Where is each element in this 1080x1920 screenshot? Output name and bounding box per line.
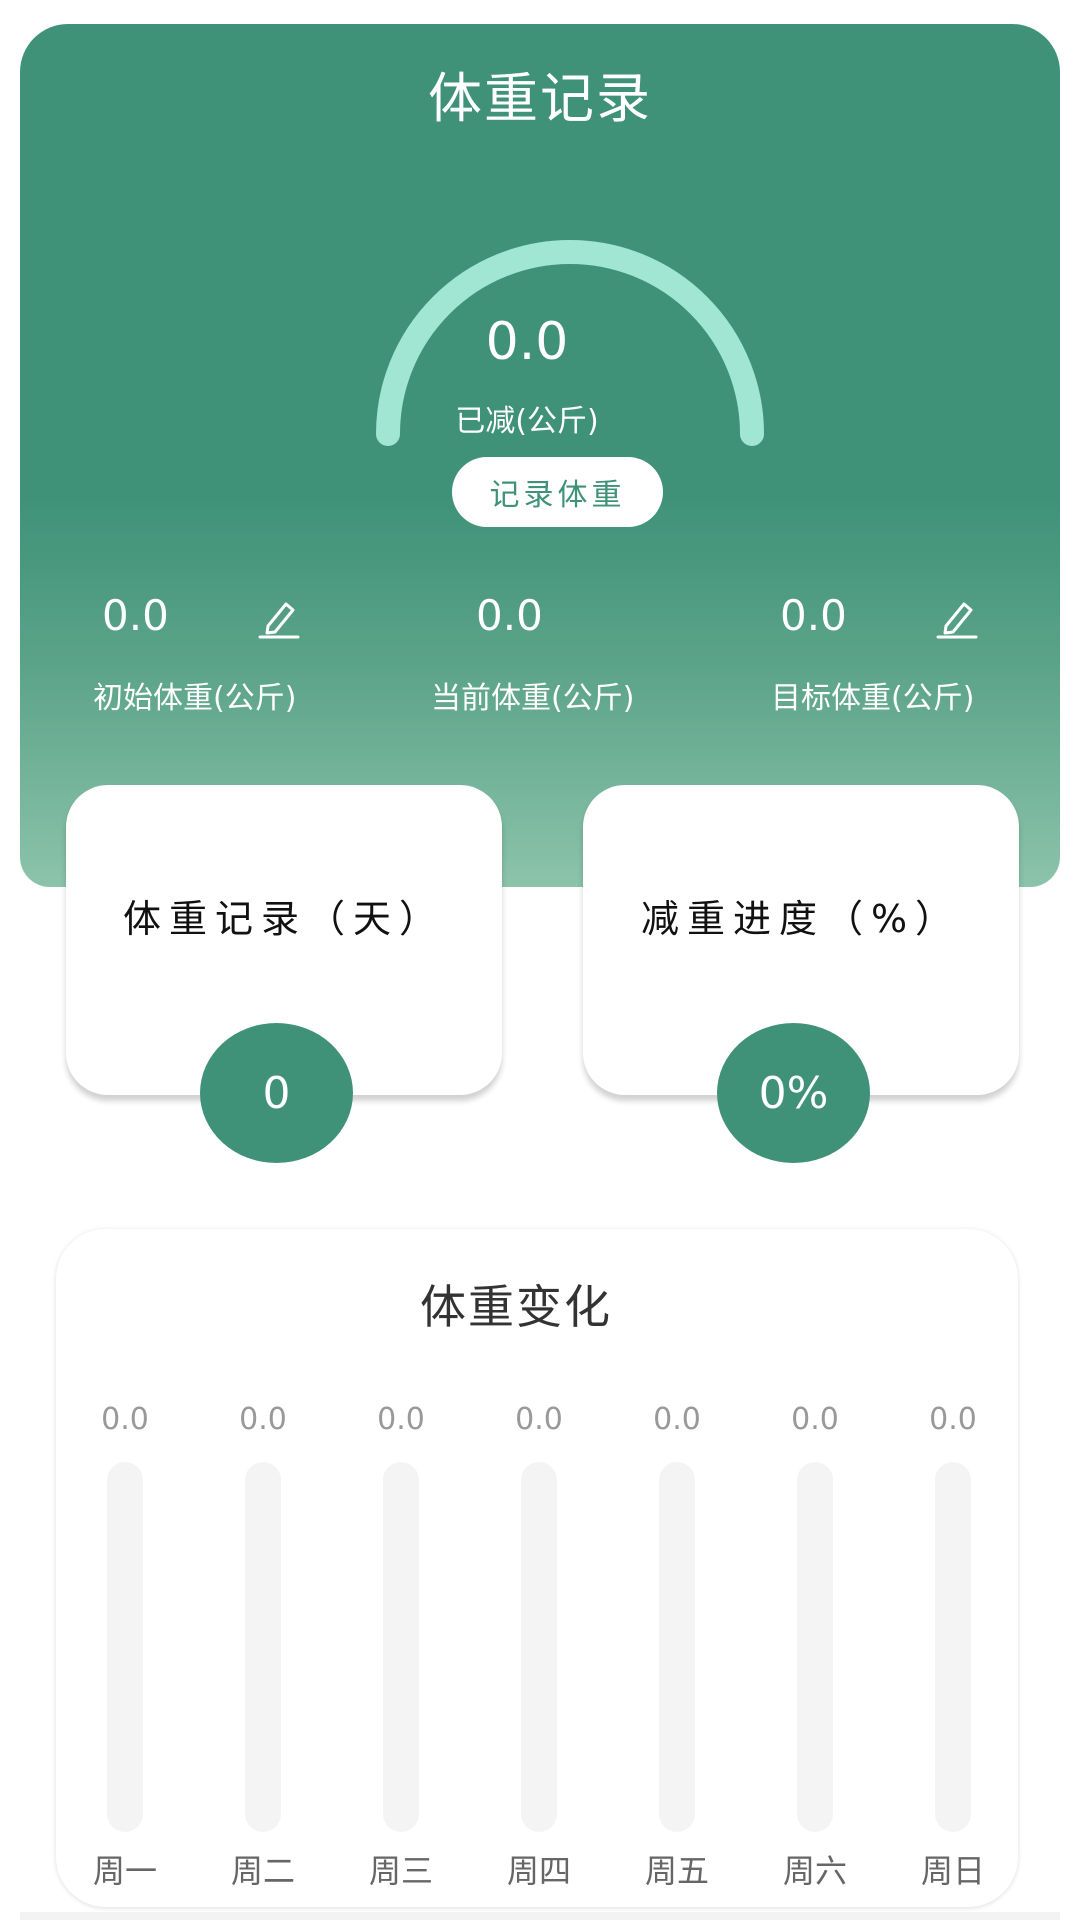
header-panel: 体重记录 0.0 已减(公斤) 记录体重 0.0 初始体重(公斤) 0.0 当前…: [20, 24, 1060, 887]
record-days-badge: 0: [200, 1023, 353, 1163]
bar-day-label: 周四: [506, 1852, 571, 1890]
bar-value-label: 0.0: [791, 1402, 839, 1437]
weight-lost-value: 0.0: [485, 312, 569, 372]
bar-value-label: 0.0: [239, 1402, 287, 1437]
bar-track[interactable]: [245, 1462, 281, 1832]
bar-value-label: 0.0: [377, 1402, 425, 1437]
bar-value-label: 0.0: [515, 1402, 563, 1437]
current-weight-value: 0.0: [476, 591, 543, 640]
bar-value-label: 0.0: [929, 1402, 977, 1437]
bar-day-label: 周三: [368, 1852, 433, 1890]
loss-progress-title: 减重进度（%）: [640, 897, 962, 941]
bar-day-label: 周六: [782, 1852, 847, 1890]
bar-track[interactable]: [797, 1462, 833, 1832]
bar-day-label: 周二: [230, 1852, 295, 1890]
bar-track[interactable]: [935, 1462, 971, 1832]
bar-track[interactable]: [107, 1462, 143, 1832]
initial-weight-label: 初始体重(公斤): [93, 681, 297, 716]
target-weight-value: 0.0: [780, 591, 847, 640]
bar-value-label: 0.0: [101, 1402, 149, 1437]
weight-change-chart: 体重变化 0.0 周一 0.0 周二 0.0 周三 0.0 周四 0.0 周五 0.0 周六 0.0 周日: [56, 1229, 1018, 1907]
page-title: 体重记录: [428, 67, 652, 130]
target-weight-label: 目标体重(公斤): [771, 681, 975, 716]
record-weight-button[interactable]: 记录体重: [452, 457, 663, 527]
bar-value-label: 0.0: [653, 1402, 701, 1437]
bar-day-label: 周五: [644, 1852, 709, 1890]
bar-day-label: 周日: [920, 1852, 985, 1890]
next-section-edge: [20, 1912, 1060, 1920]
current-weight-label: 当前体重(公斤): [431, 681, 635, 716]
bar-track[interactable]: [659, 1462, 695, 1832]
edit-initial-weight-icon[interactable]: [256, 598, 300, 640]
loss-progress-badge: 0%: [717, 1023, 870, 1163]
edit-target-weight-icon[interactable]: [934, 598, 978, 640]
record-days-title: 体重记录（天）: [122, 897, 445, 941]
bar-day-label: 周一: [92, 1852, 157, 1890]
bar-track[interactable]: [383, 1462, 419, 1832]
initial-weight-value: 0.0: [102, 591, 169, 640]
chart-title: 体重变化: [420, 1280, 612, 1334]
bar-track[interactable]: [521, 1462, 557, 1832]
weight-lost-label: 已减(公斤): [455, 404, 599, 439]
